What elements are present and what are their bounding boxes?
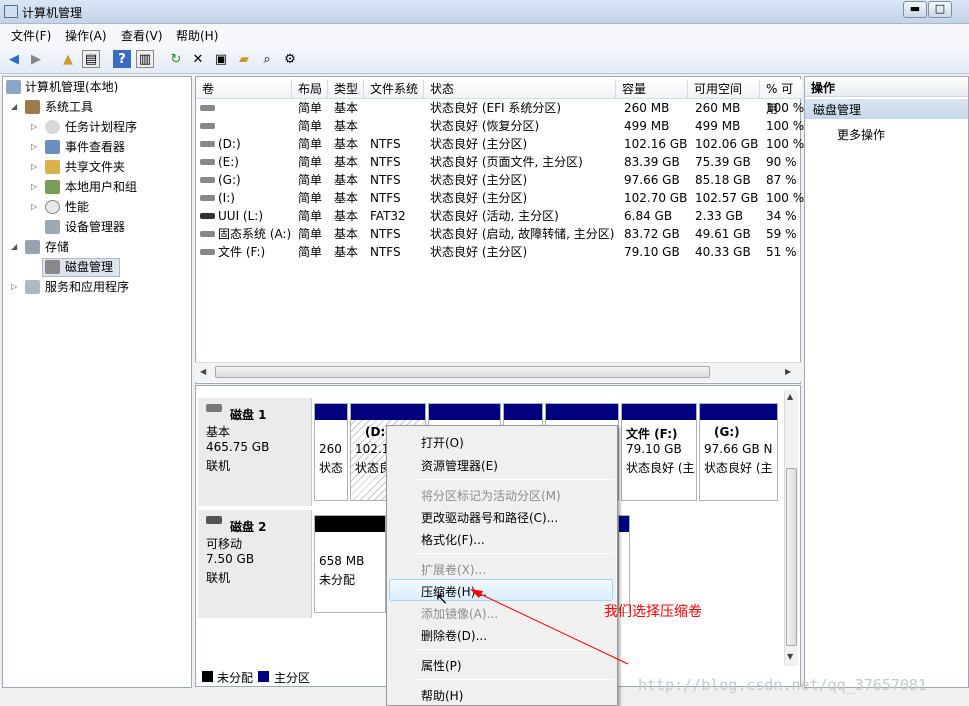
annotation-text: 我们选择压缩卷 xyxy=(604,604,702,620)
watermark: http://blog.csdn.net/qq_37657081 xyxy=(638,676,927,694)
annotation-arrow xyxy=(470,589,629,665)
